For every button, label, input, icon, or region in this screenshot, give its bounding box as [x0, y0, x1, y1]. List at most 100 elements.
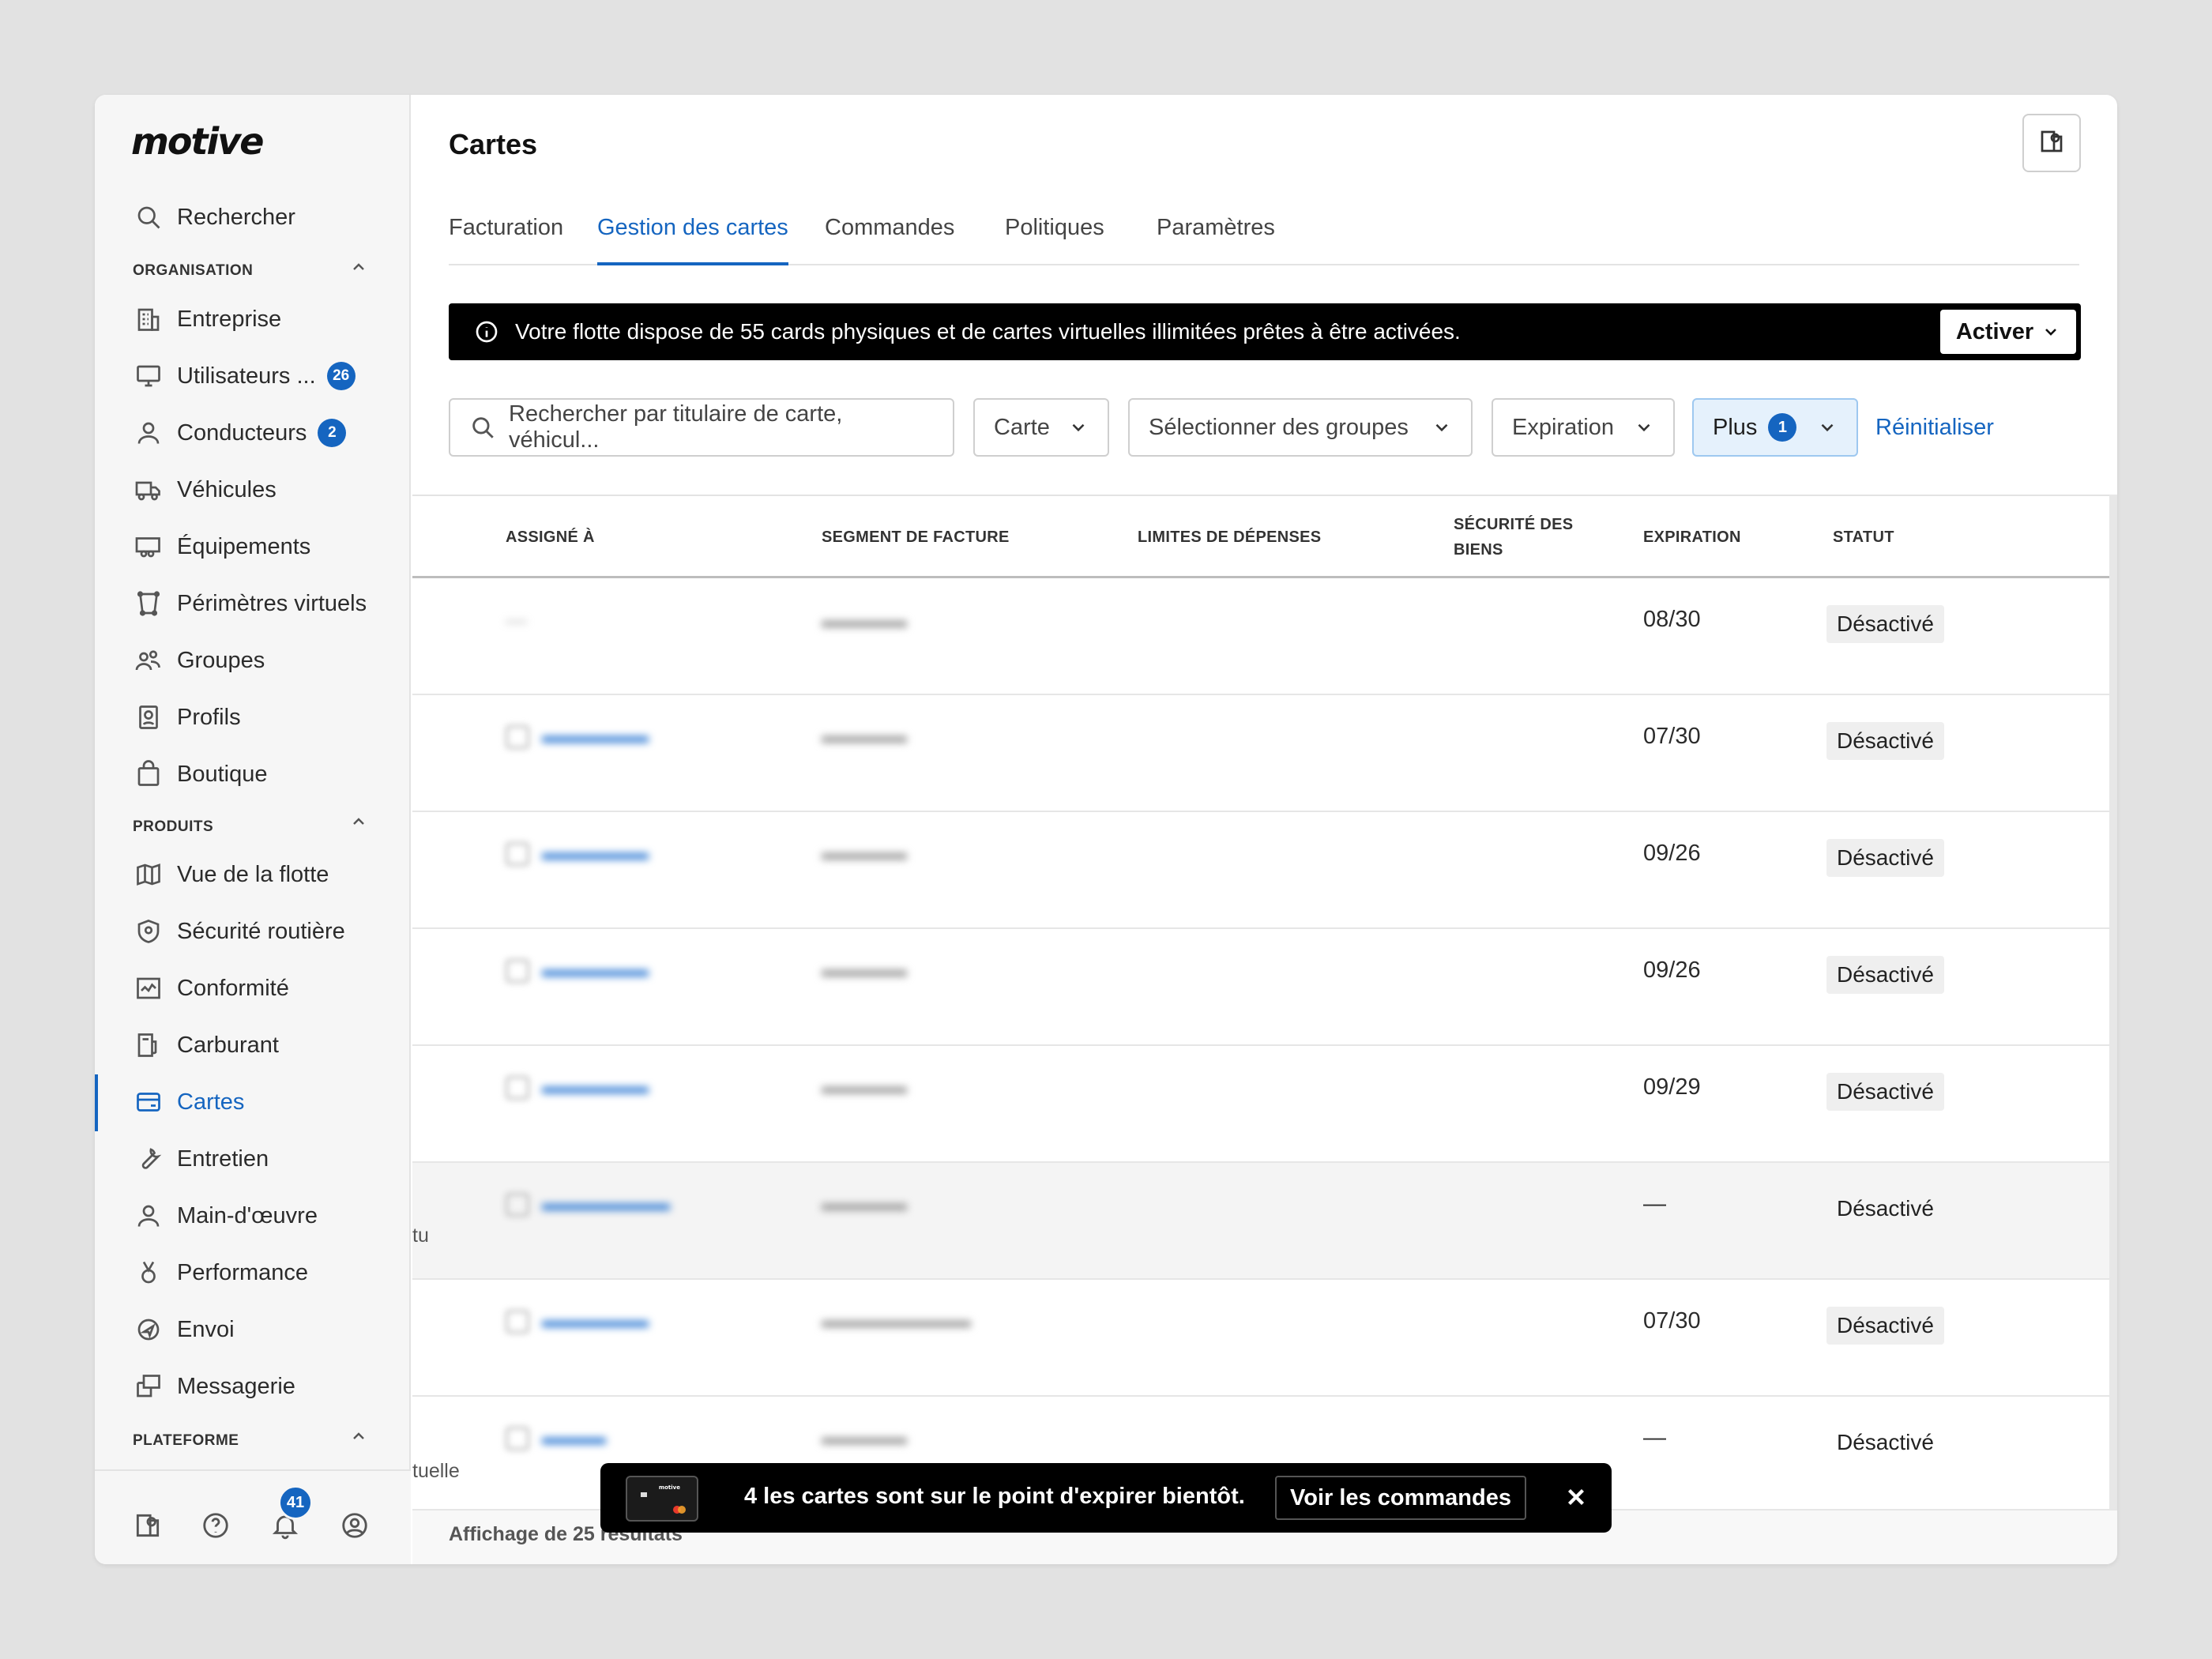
truncated-text-fragment: tuelle: [412, 1460, 460, 1483]
expiration-filter-dropdown[interactable]: Expiration: [1492, 398, 1675, 457]
sidebar-item-performance[interactable]: Performance: [133, 1253, 308, 1292]
redacted-assignee-link[interactable]: ▬▬▬▬▬▬: [542, 1191, 670, 1216]
sidebar-item-label: Envoi: [177, 1316, 235, 1342]
dispatch-icon: [133, 1314, 164, 1345]
column-header-limites[interactable]: LIMITES DE DÉPENSES: [1138, 525, 1321, 550]
sidebar-item-cartes[interactable]: Cartes: [133, 1082, 244, 1122]
person-icon: [133, 417, 164, 449]
motive-logo[interactable]: motive: [131, 120, 264, 163]
status-badge: Désactivé: [1826, 956, 1944, 994]
status-badge: Désactivé: [1826, 839, 1944, 877]
redacted-assignee-link[interactable]: ▬▬▬▬▬: [542, 1308, 649, 1333]
tab-facturation[interactable]: Facturation: [449, 213, 563, 265]
group-icon: [133, 645, 164, 676]
redacted-card-icon: [506, 1427, 529, 1450]
fleet-map-icon[interactable]: [133, 1510, 164, 1542]
sidebar-item-label: Vue de la flotte: [177, 861, 329, 887]
sidebar-item-conducteurs[interactable]: Conducteurs 2: [133, 413, 347, 453]
sidebar-item-label: Conformité: [177, 975, 289, 1001]
expiration-value: 08/30: [1643, 607, 1701, 632]
account-icon[interactable]: [340, 1510, 371, 1542]
status-badge: Désactivé: [1837, 1196, 1934, 1221]
sidebar-item-boutique[interactable]: Boutique: [133, 754, 268, 794]
redacted-segment: ▬▬▬▬: [822, 1074, 907, 1098]
sidebar-item-entreprise[interactable]: Entreprise: [133, 299, 281, 339]
table-row[interactable]: ▬▬▬▬▬▬ ▬▬▬▬ tu — Désactivé: [412, 1163, 2117, 1280]
column-header-statut[interactable]: STATUT: [1833, 525, 1894, 550]
compliance-icon: [133, 972, 164, 1004]
sidebar-item-securite[interactable]: Sécurité routière: [133, 912, 345, 951]
sidebar-item-label: Boutique: [177, 761, 268, 787]
fleet-view-button[interactable]: [2022, 114, 2081, 172]
table-scrollbar[interactable]: [2109, 495, 2117, 1514]
redacted-assignee-link[interactable]: ▬▬▬▬▬: [542, 841, 649, 865]
table-row[interactable]: ▬▬▬▬▬ ▬▬▬▬ 09/26 Désactivé: [412, 929, 2117, 1046]
close-icon[interactable]: [1563, 1484, 1589, 1510]
chevron-down-icon: [1068, 417, 1089, 438]
chevron-down-icon: [2045, 329, 2057, 336]
sidebar-item-groupes[interactable]: Groupes: [133, 641, 265, 680]
activate-button-label: Activer: [1955, 318, 2034, 344]
sidebar-item-main-oeuvre[interactable]: Main-d'œuvre: [133, 1196, 318, 1236]
sidebar-item-label: Messagerie: [177, 1373, 295, 1399]
redacted-assignee-link[interactable]: ▬▬▬▬▬: [542, 1074, 649, 1099]
groups-filter-label: Sélectionner des groupes: [1149, 414, 1409, 440]
expiration-value: 07/30: [1643, 724, 1701, 749]
sidebar-item-profils[interactable]: Profils: [133, 698, 241, 737]
redacted-card-icon: [506, 1076, 529, 1100]
sidebar-item-conformite[interactable]: Conformité: [133, 969, 289, 1008]
sidebar-item-messagerie[interactable]: Messagerie: [133, 1367, 295, 1406]
monitor-icon: [133, 360, 164, 392]
expiration-value: 07/30: [1643, 1308, 1701, 1334]
card-filter-dropdown[interactable]: Carte: [973, 398, 1109, 457]
tab-commandes[interactable]: Commandes: [825, 213, 954, 265]
search-input[interactable]: Rechercher par titulaire de carte, véhic…: [449, 398, 954, 457]
more-filters-dropdown[interactable]: Plus 1: [1692, 398, 1858, 457]
toast-message: 4 les cartes sont sur le point d'expirer…: [744, 1484, 1245, 1509]
column-header-segment[interactable]: SEGMENT DE FACTURE: [822, 525, 1010, 550]
sidebar-item-vehicules[interactable]: Véhicules: [133, 470, 276, 510]
sidebar-item-utilisateurs[interactable]: Utilisateurs ... 26: [133, 356, 356, 396]
tab-gestion-cartes[interactable]: Gestion des cartes: [597, 213, 788, 265]
table-row[interactable]: ▬▬▬▬▬ ▬▬▬▬ 07/30 Désactivé: [412, 695, 2117, 812]
redacted-segment: ▬▬▬▬: [822, 1425, 907, 1449]
collapse-organisation-icon[interactable]: [349, 258, 373, 281]
redacted-assignee-link[interactable]: ▬▬▬▬▬: [542, 724, 649, 748]
table-row[interactable]: ▬▬▬▬▬ ▬▬▬▬ 09/29 Désactivé: [412, 1046, 2117, 1163]
sidebar-item-carburant[interactable]: Carburant: [133, 1025, 279, 1065]
sidebar-item-label: Entreprise: [177, 306, 282, 332]
medal-icon: [133, 1257, 164, 1288]
collapse-plateforme-icon[interactable]: [349, 1427, 373, 1450]
column-header-securite[interactable]: SÉCURITÉ DES BIENS: [1454, 512, 1596, 562]
activate-button[interactable]: Activer: [1940, 310, 2076, 354]
redacted-assignee-link[interactable]: ▬▬▬: [542, 1425, 606, 1450]
messages-icon: [133, 1371, 164, 1402]
sidebar-item-perimetres[interactable]: Périmètres virtuels: [133, 584, 367, 623]
groups-filter-dropdown[interactable]: Sélectionner des groupes: [1128, 398, 1473, 457]
sidebar-item-label: Main-d'œuvre: [177, 1202, 318, 1228]
column-header-expiration[interactable]: EXPIRATION: [1643, 525, 1741, 550]
sidebar-item-label: Équipements: [177, 533, 311, 559]
search-icon: [133, 201, 164, 233]
search-icon: [469, 414, 496, 441]
table-row[interactable]: ▬▬▬▬▬ ▬▬▬▬▬▬▬ 07/30 Désactivé: [412, 1280, 2117, 1397]
table-row[interactable]: ▬▬▬▬▬ ▬▬▬▬ 09/26 Désactivé: [412, 812, 2117, 929]
sidebar-item-entretien[interactable]: Entretien: [133, 1139, 269, 1179]
view-orders-button[interactable]: Voir les commandes: [1275, 1476, 1526, 1520]
status-badge: Désactivé: [1826, 605, 1944, 643]
collapse-produits-icon[interactable]: [349, 812, 373, 836]
sidebar-item-label: Carburant: [177, 1032, 279, 1058]
redacted-assignee-link[interactable]: ▬▬▬▬▬: [542, 957, 649, 982]
cards-table: ASSIGNÉ À SEGMENT DE FACTURE LIMITES DE …: [412, 495, 2117, 1518]
sidebar-item-vue-flotte[interactable]: Vue de la flotte: [133, 855, 329, 894]
table-row[interactable]: — ▬▬▬▬ 08/30 Désactivé: [412, 578, 2117, 695]
sidebar-item-equipements[interactable]: Équipements: [133, 527, 310, 566]
sidebar-item-envoi[interactable]: Envoi: [133, 1310, 235, 1349]
column-header-assigne[interactable]: ASSIGNÉ À: [506, 525, 595, 550]
tab-parametres[interactable]: Paramètres: [1157, 213, 1275, 265]
reset-filters-link[interactable]: Réinitialiser: [1875, 398, 1994, 457]
sidebar-search[interactable]: Rechercher: [133, 198, 295, 237]
tab-politiques[interactable]: Politiques: [1005, 213, 1104, 265]
expiration-value: 09/29: [1643, 1074, 1701, 1100]
help-icon[interactable]: [201, 1510, 232, 1542]
